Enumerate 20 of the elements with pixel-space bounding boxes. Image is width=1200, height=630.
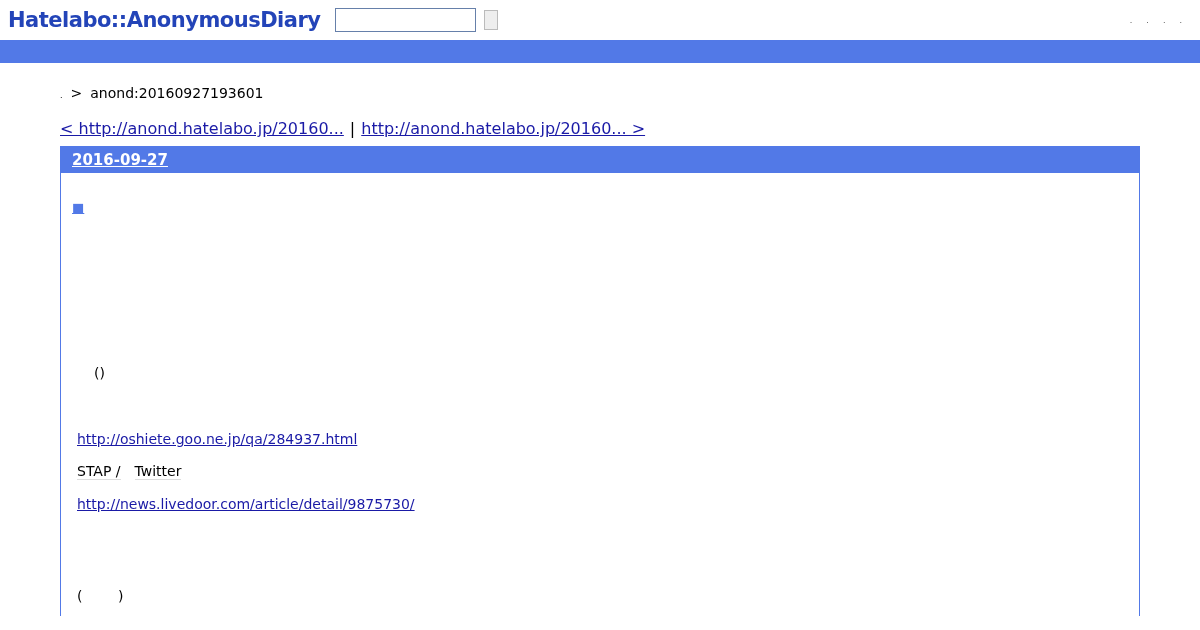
entry-text: () [94, 365, 105, 381]
site-logo[interactable]: Hatelabo::AnonymousDiary [8, 8, 321, 32]
search-field[interactable] [334, 8, 476, 32]
pager-separator: | [349, 119, 356, 138]
entry-link[interactable]: http://oshiete.goo.ne.jp/qa/284937.html [77, 431, 358, 447]
entry-text: ( ) [77, 588, 124, 604]
keyword-link[interactable]: STAP / [77, 463, 121, 480]
breadcrumb-current: anond:20160927193601 [90, 85, 264, 101]
entry-date[interactable]: 2016-09-27 [72, 151, 168, 169]
next-link[interactable]: http://anond.hatelabo.jp/20160... > [361, 119, 646, 138]
menu-link[interactable]: . [1162, 15, 1166, 25]
entry-link[interactable]: http://news.livedoor.com/article/detail/9875730/ [77, 496, 415, 512]
menu-link[interactable]: . [1146, 15, 1149, 25]
home-link[interactable]: . [60, 91, 63, 100]
previous-link[interactable]: < http://anond.hatelabo.jp/20160... [60, 119, 344, 138]
keyword-link[interactable]: Twitter [134, 463, 182, 480]
menu-link[interactable]: . [1179, 15, 1182, 25]
entry-permalink[interactable]: ■ [72, 200, 85, 215]
breadcrumb-separator: > [70, 85, 83, 101]
menu-link[interactable]: . [1129, 15, 1133, 25]
